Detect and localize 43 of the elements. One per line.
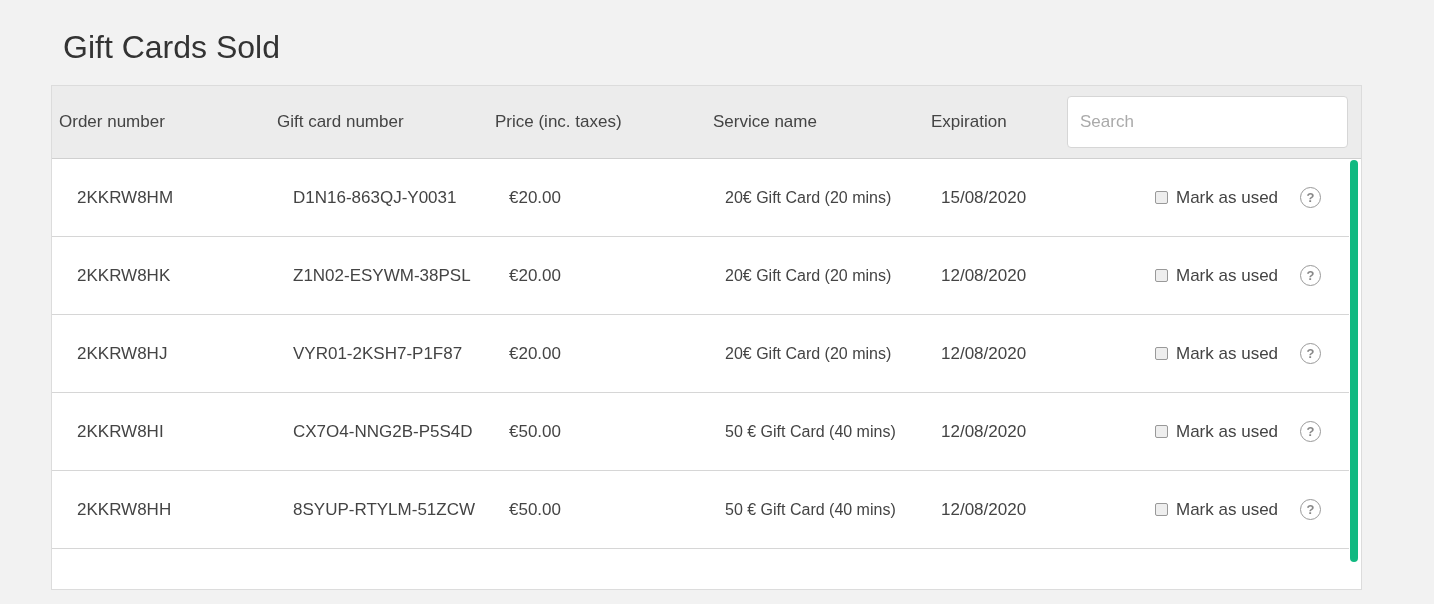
column-header: Expiration bbox=[931, 112, 1007, 132]
table-cell-text: 50 € Gift Card (40 mins) bbox=[725, 421, 896, 442]
table-cell: 2KKRW8HH bbox=[77, 499, 172, 519]
table-cell: €20.00 bbox=[509, 265, 561, 285]
scrollbar[interactable] bbox=[1350, 160, 1358, 562]
table-cell-text: 20€ Gift Card (20 mins) bbox=[725, 265, 892, 286]
table-cell-text: 20€ Gift Card (20 mins) bbox=[725, 343, 892, 364]
table-cell: €50.00 bbox=[509, 421, 561, 441]
table-cell: Z1N02-ESYWM-38PSL bbox=[293, 265, 471, 285]
checkbox[interactable] bbox=[1155, 269, 1168, 282]
table-cell: CX7O4-NNG2B-P5S4D bbox=[293, 421, 473, 441]
checkbox-label: Mark as used bbox=[1176, 264, 1279, 287]
checkbox[interactable] bbox=[1155, 425, 1168, 438]
table-cell: 2KKRW8HK bbox=[77, 265, 171, 285]
checkbox[interactable] bbox=[1155, 347, 1168, 360]
checkbox[interactable] bbox=[1155, 503, 1168, 516]
table-cell: €50.00 bbox=[509, 499, 561, 519]
table-cell-text: 50 € Gift Card (40 mins) bbox=[725, 499, 896, 520]
table-cell: €20.00 bbox=[509, 343, 561, 363]
table-cell: VYR01-2KSH7-P1F87 bbox=[293, 343, 463, 363]
table-cell: €20.00 bbox=[509, 187, 561, 207]
page-title: Gift Cards Sold bbox=[63, 28, 280, 66]
table-cell: 2KKRW8HI bbox=[77, 421, 164, 441]
table-cell: 2KKRW8HJ bbox=[77, 343, 168, 363]
table-cell: 8SYUP-RTYLM-51ZCW bbox=[293, 499, 475, 519]
checkbox-label: Mark as used bbox=[1176, 342, 1279, 365]
table-cell: 12/08/2020 bbox=[941, 421, 1027, 441]
table-cell: D1N16-863QJ-Y0031 bbox=[293, 187, 457, 207]
search-field[interactable]: Search bbox=[1067, 96, 1348, 148]
table-cell: 15/08/2020 bbox=[941, 187, 1027, 207]
table-cell-text: 20€ Gift Card (20 mins) bbox=[725, 187, 892, 208]
column-header: Service name bbox=[713, 112, 817, 132]
checkbox-label: Mark as used bbox=[1176, 420, 1279, 443]
column-header: Order number bbox=[59, 112, 165, 132]
table-cell: 12/08/2020 bbox=[941, 499, 1027, 519]
table-cell: 2KKRW8HM bbox=[77, 187, 174, 207]
column-header: Price (inc. taxes) bbox=[495, 112, 622, 132]
table-cell: 12/08/2020 bbox=[941, 265, 1027, 285]
checkbox-label: Mark as used bbox=[1176, 498, 1279, 521]
checkbox-label: Mark as used bbox=[1176, 186, 1279, 209]
column-header: Gift card number bbox=[277, 112, 404, 132]
checkbox[interactable] bbox=[1155, 191, 1168, 204]
table-cell: 12/08/2020 bbox=[941, 343, 1027, 363]
